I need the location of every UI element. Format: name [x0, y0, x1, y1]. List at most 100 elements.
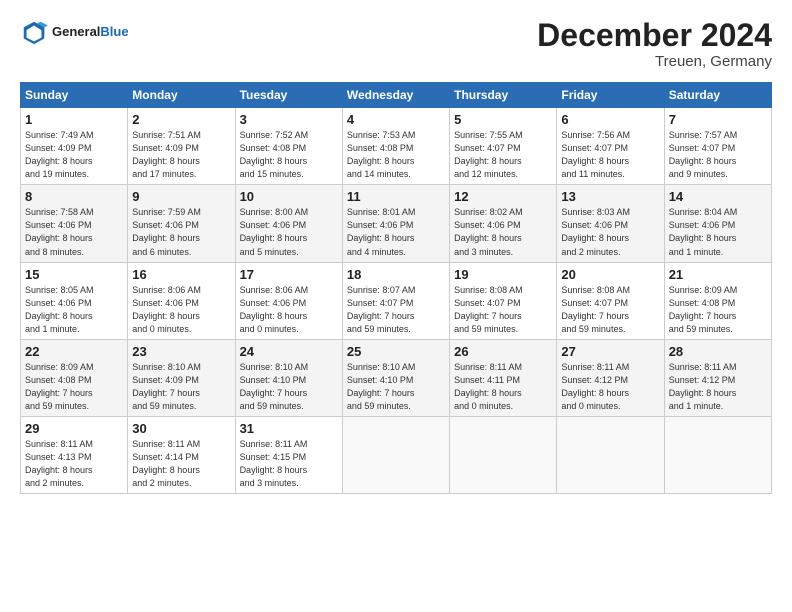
day-cell: 29 Sunrise: 8:11 AM Sunset: 4:13 PM Dayli… — [21, 416, 128, 493]
day-number: 2 — [132, 112, 230, 127]
day-info: Sunrise: 7:57 AM Sunset: 4:07 PM Dayligh… — [669, 129, 767, 181]
day-cell: 7Sunrise: 7:57 AM Sunset: 4:07 PM Daylig… — [664, 108, 771, 185]
day-number: 11 — [347, 189, 445, 204]
day-cell: 13 Sunrise: 8:03 AM Sunset: 4:06 PM Dayli… — [557, 185, 664, 262]
day-info: Sunrise: 7:51 AM Sunset: 4:09 PM Dayligh… — [132, 129, 230, 181]
week-row-3: 15 Sunrise: 8:05 AM Sunset: 4:06 PM Dayli… — [21, 262, 772, 339]
day-cell: 24 Sunrise: 8:10 AM Sunset: 4:10 PM Dayli… — [235, 339, 342, 416]
day-number: 4 — [347, 112, 445, 127]
day-info: Sunrise: 7:56 AM Sunset: 4:07 PM Dayligh… — [561, 129, 659, 181]
day-number: 23 — [132, 344, 230, 359]
day-number: 19 — [454, 267, 552, 282]
week-row-1: 1 Sunrise: 7:49 AM Sunset: 4:09 PM Daylig… — [21, 108, 772, 185]
day-cell: 28 Sunrise: 8:11 AM Sunset: 4:12 PM Dayli… — [664, 339, 771, 416]
day-cell: 15 Sunrise: 8:05 AM Sunset: 4:06 PM Dayli… — [21, 262, 128, 339]
day-cell: 10 Sunrise: 8:00 AM Sunset: 4:06 PM Dayli… — [235, 185, 342, 262]
week-row-2: 8Sunrise: 7:58 AM Sunset: 4:06 PM Daylig… — [21, 185, 772, 262]
day-number: 15 — [25, 267, 123, 282]
day-number: 31 — [240, 421, 338, 436]
day-number: 22 — [25, 344, 123, 359]
day-info: Sunrise: 7:59 AM Sunset: 4:06 PM Dayligh… — [132, 206, 230, 258]
day-info: Sunrise: 8:00 AM Sunset: 4:06 PM Dayligh… — [240, 206, 338, 258]
day-cell: 23 Sunrise: 8:10 AM Sunset: 4:09 PM Dayli… — [128, 339, 235, 416]
calendar-subtitle: Treuen, Germany — [537, 53, 772, 70]
day-info: Sunrise: 8:08 AM Sunset: 4:07 PM Dayligh… — [454, 284, 552, 336]
day-cell: 19 Sunrise: 8:08 AM Sunset: 4:07 PM Dayli… — [450, 262, 557, 339]
day-info: Sunrise: 8:11 AM Sunset: 4:14 PM Dayligh… — [132, 438, 230, 490]
day-number: 27 — [561, 344, 659, 359]
day-info: Sunrise: 8:11 AM Sunset: 4:11 PM Dayligh… — [454, 361, 552, 413]
day-cell: 9Sunrise: 7:59 AM Sunset: 4:06 PM Daylig… — [128, 185, 235, 262]
day-number: 13 — [561, 189, 659, 204]
calendar-title: December 2024 — [537, 18, 772, 53]
day-info: Sunrise: 8:06 AM Sunset: 4:06 PM Dayligh… — [132, 284, 230, 336]
day-cell: 20 Sunrise: 8:08 AM Sunset: 4:07 PM Dayli… — [557, 262, 664, 339]
day-info: Sunrise: 8:11 AM Sunset: 4:15 PM Dayligh… — [240, 438, 338, 490]
day-info: Sunrise: 8:07 AM Sunset: 4:07 PM Dayligh… — [347, 284, 445, 336]
day-number: 10 — [240, 189, 338, 204]
day-info: Sunrise: 8:04 AM Sunset: 4:06 PM Dayligh… — [669, 206, 767, 258]
day-info: Sunrise: 8:06 AM Sunset: 4:06 PM Dayligh… — [240, 284, 338, 336]
day-number: 1 — [25, 112, 123, 127]
day-cell: 31 Sunrise: 8:11 AM Sunset: 4:15 PM Dayli… — [235, 416, 342, 493]
week-row-4: 22 Sunrise: 8:09 AM Sunset: 4:08 PM Dayli… — [21, 339, 772, 416]
day-number: 18 — [347, 267, 445, 282]
col-thursday: Thursday — [450, 83, 557, 108]
day-cell: 27Sunrise: 8:11 AM Sunset: 4:12 PM Dayli… — [557, 339, 664, 416]
day-info: Sunrise: 8:10 AM Sunset: 4:10 PM Dayligh… — [347, 361, 445, 413]
day-info: Sunrise: 7:55 AM Sunset: 4:07 PM Dayligh… — [454, 129, 552, 181]
day-info: Sunrise: 8:10 AM Sunset: 4:09 PM Dayligh… — [132, 361, 230, 413]
day-info: Sunrise: 8:11 AM Sunset: 4:13 PM Dayligh… — [25, 438, 123, 490]
day-info: Sunrise: 8:03 AM Sunset: 4:06 PM Dayligh… — [561, 206, 659, 258]
day-info: Sunrise: 8:10 AM Sunset: 4:10 PM Dayligh… — [240, 361, 338, 413]
day-cell: 30Sunrise: 8:11 AM Sunset: 4:14 PM Dayli… — [128, 416, 235, 493]
day-cell: 11 Sunrise: 8:01 AM Sunset: 4:06 PM Dayli… — [342, 185, 449, 262]
day-info: Sunrise: 8:09 AM Sunset: 4:08 PM Dayligh… — [25, 361, 123, 413]
calendar-table: Sunday Monday Tuesday Wednesday Thursday… — [20, 82, 772, 494]
day-number: 5 — [454, 112, 552, 127]
day-number: 29 — [25, 421, 123, 436]
day-info: Sunrise: 8:01 AM Sunset: 4:06 PM Dayligh… — [347, 206, 445, 258]
day-number: 17 — [240, 267, 338, 282]
day-info: Sunrise: 7:53 AM Sunset: 4:08 PM Dayligh… — [347, 129, 445, 181]
day-cell: 16Sunrise: 8:06 AM Sunset: 4:06 PM Dayli… — [128, 262, 235, 339]
day-number: 6 — [561, 112, 659, 127]
day-number: 24 — [240, 344, 338, 359]
day-info: Sunrise: 8:05 AM Sunset: 4:06 PM Dayligh… — [25, 284, 123, 336]
day-cell — [450, 416, 557, 493]
day-number: 14 — [669, 189, 767, 204]
day-number: 12 — [454, 189, 552, 204]
day-info: Sunrise: 7:52 AM Sunset: 4:08 PM Dayligh… — [240, 129, 338, 181]
title-block: December 2024 Treuen, Germany — [537, 18, 772, 70]
day-cell: 21 Sunrise: 8:09 AM Sunset: 4:08 PM Dayli… — [664, 262, 771, 339]
day-cell: 8Sunrise: 7:58 AM Sunset: 4:06 PM Daylig… — [21, 185, 128, 262]
day-cell: 22 Sunrise: 8:09 AM Sunset: 4:08 PM Dayli… — [21, 339, 128, 416]
day-number: 21 — [669, 267, 767, 282]
day-info: Sunrise: 7:49 AM Sunset: 4:09 PM Dayligh… — [25, 129, 123, 181]
day-info: Sunrise: 8:08 AM Sunset: 4:07 PM Dayligh… — [561, 284, 659, 336]
day-cell — [342, 416, 449, 493]
day-cell: 12 Sunrise: 8:02 AM Sunset: 4:06 PM Dayli… — [450, 185, 557, 262]
day-cell: 25 Sunrise: 8:10 AM Sunset: 4:10 PM Dayli… — [342, 339, 449, 416]
col-monday: Monday — [128, 83, 235, 108]
logo-text: GeneralBlue — [52, 24, 129, 40]
day-cell: 3Sunrise: 7:52 AM Sunset: 4:08 PM Daylig… — [235, 108, 342, 185]
col-saturday: Saturday — [664, 83, 771, 108]
header-row: Sunday Monday Tuesday Wednesday Thursday… — [21, 83, 772, 108]
day-info: Sunrise: 8:02 AM Sunset: 4:06 PM Dayligh… — [454, 206, 552, 258]
day-cell: 2 Sunrise: 7:51 AM Sunset: 4:09 PM Daylig… — [128, 108, 235, 185]
col-tuesday: Tuesday — [235, 83, 342, 108]
day-cell — [664, 416, 771, 493]
day-number: 28 — [669, 344, 767, 359]
day-info: Sunrise: 8:09 AM Sunset: 4:08 PM Dayligh… — [669, 284, 767, 336]
day-cell: 17 Sunrise: 8:06 AM Sunset: 4:06 PM Dayli… — [235, 262, 342, 339]
day-number: 20 — [561, 267, 659, 282]
logo: GeneralBlue — [20, 18, 129, 46]
week-row-5: 29 Sunrise: 8:11 AM Sunset: 4:13 PM Dayli… — [21, 416, 772, 493]
day-number: 26 — [454, 344, 552, 359]
day-cell: 14 Sunrise: 8:04 AM Sunset: 4:06 PM Dayli… — [664, 185, 771, 262]
col-sunday: Sunday — [21, 83, 128, 108]
day-cell: 18 Sunrise: 8:07 AM Sunset: 4:07 PM Dayli… — [342, 262, 449, 339]
day-number: 25 — [347, 344, 445, 359]
day-info: Sunrise: 8:11 AM Sunset: 4:12 PM Dayligh… — [669, 361, 767, 413]
